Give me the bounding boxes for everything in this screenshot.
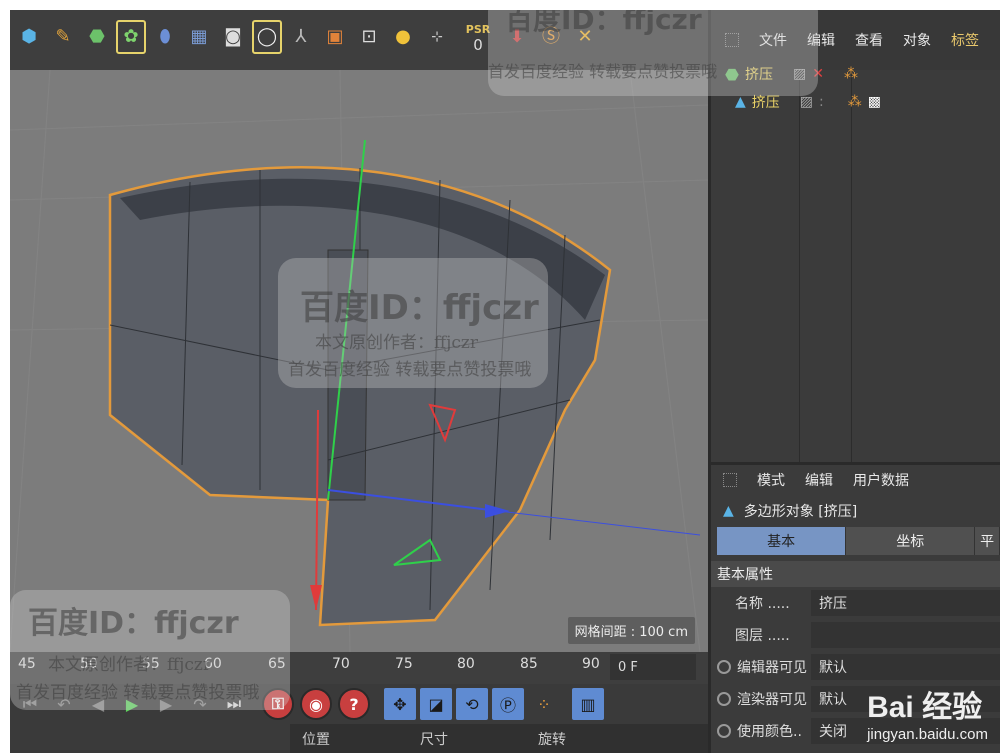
coord-size: 尺寸 xyxy=(420,731,448,748)
autokey-icon[interactable]: ◉ xyxy=(300,688,332,720)
render-settings-icon[interactable]: ⊡ xyxy=(354,20,384,54)
coord-position: 位置 xyxy=(302,731,330,748)
axis-icon[interactable]: ⊹ xyxy=(422,20,452,54)
tab-basic[interactable]: 基本 xyxy=(717,527,847,555)
section-basic-properties: 基本属性 xyxy=(711,561,1000,587)
deformer-icon[interactable]: ⬮ xyxy=(150,20,180,54)
field-editor-visible: 编辑器可见 默认 xyxy=(711,651,1000,683)
extrude-icon[interactable]: ⬣ xyxy=(82,20,112,54)
pla-key-icon[interactable]: ⁘ xyxy=(530,690,558,718)
menu-mode[interactable]: 模式 xyxy=(757,470,785,490)
polygon-icon: ▲ xyxy=(723,503,734,519)
attribute-tabs: 基本 坐标 平 xyxy=(717,527,1000,555)
tab-phong[interactable]: 平 xyxy=(975,527,1000,555)
tab-coord[interactable]: 坐标 xyxy=(846,527,976,555)
param-key-icon[interactable]: Ⓟ xyxy=(492,688,524,720)
checker-tag-icon[interactable]: ▩ xyxy=(868,94,881,110)
grip-icon[interactable] xyxy=(723,473,737,487)
radio-icon[interactable] xyxy=(717,660,731,674)
scale-key-icon[interactable]: ◪ xyxy=(420,688,452,720)
tag-icon[interactable]: ⁂ xyxy=(848,94,862,110)
tick-label: 75 xyxy=(395,656,413,672)
visibility-icon[interactable]: ▨ xyxy=(800,94,813,110)
viewport-canvas xyxy=(10,70,708,652)
camera-icon[interactable]: ◙ xyxy=(218,20,248,54)
tag-icon[interactable]: ⁂ xyxy=(844,66,858,82)
light-icon[interactable]: ◯ xyxy=(252,20,282,54)
floor-icon[interactable]: ▦ xyxy=(184,20,214,54)
attribute-manager: 模式 编辑 用户数据 ▲ 多边形对象 [挤压] 基本 坐标 平 基本属性 名称 … xyxy=(708,462,1000,753)
pen-icon[interactable]: ✎ xyxy=(48,20,78,54)
tick-label: 80 xyxy=(457,656,475,672)
move-key-icon[interactable]: ✥ xyxy=(384,688,416,720)
baidu-logo-text: Bai 经验 xyxy=(867,691,983,724)
field-layer: 图层 ..... xyxy=(711,619,1000,651)
name-input[interactable]: 挤压 xyxy=(811,590,1000,616)
field-label: 名称 ..... xyxy=(735,596,790,612)
field-label: 编辑器可见 xyxy=(737,660,807,676)
joint-icon[interactable]: ⅄ xyxy=(286,20,316,54)
extruded-band-object[interactable] xyxy=(108,166,612,627)
keyframe-selection-icon[interactable]: ? xyxy=(338,688,370,720)
timeline-icon[interactable]: ▥ xyxy=(572,688,604,720)
cinema4d-window: ⬢ ✎ ⬣ ✿ ⬮ ▦ ◙ ◯ ⅄ ▣ ⊡ ● ⊹ PSR 0 ⬇ Ⓢ ✕ 百度… xyxy=(10,10,1000,753)
point-light-icon[interactable]: ● xyxy=(388,20,418,54)
3d-viewport[interactable]: 百度ID：ffjczr 本文原创作者：ffjczr 首发百度经验 转载要点赞投票… xyxy=(10,70,708,652)
polygon-icon: ▲ xyxy=(735,94,746,110)
field-name: 名称 ..... 挤压 xyxy=(711,587,1000,619)
rotate-key-icon[interactable]: ⟲ xyxy=(456,688,488,720)
object-title: 多边形对象 [挤压] xyxy=(743,504,858,520)
tick-label: 85 xyxy=(520,656,538,672)
menu-object[interactable]: 对象 xyxy=(903,30,931,50)
grid-spacing-label: 网格间距 : 100 cm xyxy=(567,617,695,644)
current-frame-field[interactable]: 0 F xyxy=(610,654,696,680)
menu-tags[interactable]: 标签 xyxy=(951,30,979,50)
field-label: 使用颜色.. xyxy=(737,724,802,740)
menu-user-data[interactable]: 用户数据 xyxy=(853,470,909,490)
tick-label: 70 xyxy=(332,656,350,672)
attribute-title: ▲ 多边形对象 [挤压] xyxy=(711,495,1000,527)
render-icon[interactable]: ▣ xyxy=(320,20,350,54)
psr-label: PSR xyxy=(465,22,491,36)
attribute-menu: 模式 编辑 用户数据 xyxy=(711,465,1000,495)
baidu-url: jingyan.baidu.com xyxy=(867,726,988,743)
coordinate-bar: 位置 尺寸 旋转 xyxy=(290,724,708,753)
cube-icon[interactable]: ⬢ xyxy=(14,20,44,54)
field-label: 渲染器可见 xyxy=(737,692,807,708)
layer-input[interactable] xyxy=(811,622,1000,648)
radio-icon[interactable] xyxy=(717,724,731,738)
dot-icon[interactable]: : xyxy=(819,94,824,110)
tick-label: 90 xyxy=(582,656,600,672)
psr-value: 0 xyxy=(473,35,483,54)
editor-visible-select[interactable]: 默认 xyxy=(811,654,1000,680)
cloner-icon[interactable]: ✿ xyxy=(116,20,146,54)
coord-rotation: 旋转 xyxy=(538,731,566,748)
field-label: 图层 ..... xyxy=(735,628,790,644)
baidu-logo: Bai 经验 jingyan.baidu.com xyxy=(867,682,988,743)
menu-edit[interactable]: 编辑 xyxy=(805,470,833,490)
menu-view[interactable]: 查看 xyxy=(855,30,883,50)
radio-icon[interactable] xyxy=(717,692,731,706)
